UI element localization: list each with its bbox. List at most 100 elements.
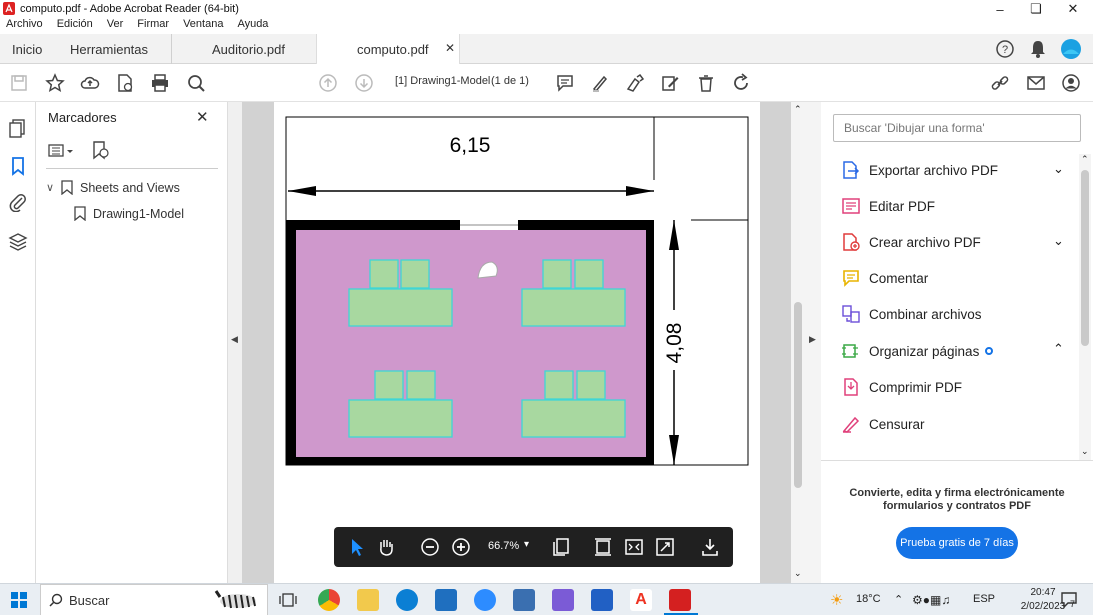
create-pdf-icon[interactable] bbox=[114, 72, 136, 94]
share-link-icon[interactable] bbox=[989, 72, 1011, 94]
menu-ver[interactable]: Ver bbox=[107, 18, 124, 34]
tool-create-pdf[interactable]: Crear archivo PDF ⌄ bbox=[841, 231, 1064, 253]
zoom-app-icon[interactable] bbox=[474, 589, 496, 611]
scroll-down-arrow-icon[interactable]: ⌄ bbox=[794, 568, 802, 579]
minimize-button[interactable]: – bbox=[982, 0, 1018, 18]
expand-chevron-icon[interactable]: ∨ bbox=[46, 181, 54, 194]
tool-combine-files[interactable]: Combinar archivos bbox=[841, 303, 982, 325]
document-scrollbar[interactable]: ⌃ ⌄ bbox=[791, 102, 805, 583]
help-icon[interactable]: ? bbox=[996, 40, 1014, 58]
next-page-icon[interactable] bbox=[353, 72, 375, 94]
tab-tools[interactable]: Herramientas bbox=[70, 34, 148, 64]
language-indicator[interactable]: ESP bbox=[973, 593, 995, 605]
share-user-icon[interactable] bbox=[1060, 72, 1082, 94]
email-icon[interactable] bbox=[1025, 72, 1047, 94]
tray-expand-icon[interactable]: ⌃ bbox=[894, 593, 903, 606]
chrome-icon[interactable] bbox=[318, 589, 340, 611]
zoom-in-icon[interactable] bbox=[451, 537, 471, 557]
tool-export-pdf[interactable]: Exportar archivo PDF ⌄ bbox=[841, 159, 1064, 181]
account-avatar-icon[interactable] bbox=[1061, 39, 1081, 59]
app-icon[interactable] bbox=[552, 589, 574, 611]
revit-icon[interactable] bbox=[591, 589, 613, 611]
save-icon[interactable] bbox=[8, 72, 30, 94]
menu-firmar[interactable]: Firmar bbox=[137, 18, 169, 34]
menu-archivo[interactable]: Archivo bbox=[6, 18, 43, 34]
tab-computo[interactable]: computo.pdf ✕ bbox=[316, 34, 460, 65]
menu-ayuda[interactable]: Ayuda bbox=[237, 18, 268, 34]
weather-icon[interactable]: ☀ bbox=[830, 591, 843, 609]
hand-tool-icon[interactable] bbox=[376, 537, 396, 557]
mail-icon[interactable] bbox=[513, 589, 535, 611]
select-cursor-icon[interactable] bbox=[346, 537, 366, 557]
edge-icon[interactable] bbox=[396, 589, 418, 611]
tools-search-input[interactable]: Buscar 'Dibujar una forma' bbox=[833, 114, 1081, 142]
rotate-icon[interactable] bbox=[730, 72, 752, 94]
scrollbar-thumb[interactable] bbox=[794, 302, 802, 488]
bookmark-sheets-and-views[interactable]: Sheets and Views bbox=[80, 181, 180, 195]
previous-page-icon[interactable] bbox=[317, 72, 339, 94]
windows-start-icon[interactable] bbox=[11, 592, 27, 608]
sign-icon[interactable] bbox=[624, 72, 646, 94]
attachments-icon[interactable] bbox=[8, 192, 28, 212]
page-view-icon[interactable] bbox=[551, 537, 571, 557]
zoom-dropdown-icon[interactable]: ▾ bbox=[524, 539, 529, 550]
store-icon[interactable] bbox=[435, 589, 457, 611]
free-trial-button[interactable]: Prueba gratis de 7 días bbox=[896, 527, 1018, 559]
page-thumbnails-icon[interactable] bbox=[8, 118, 28, 138]
collapse-left-panel-handle[interactable]: ◀ bbox=[228, 102, 242, 583]
full-screen-icon[interactable] bbox=[655, 537, 675, 557]
collapse-right-panel-handle[interactable]: ▶ bbox=[805, 102, 821, 583]
new-bookmark-icon[interactable] bbox=[90, 140, 110, 160]
fit-page-icon[interactable] bbox=[593, 537, 613, 557]
file-explorer-icon[interactable] bbox=[357, 589, 379, 611]
svg-text:?: ? bbox=[1002, 44, 1008, 56]
highlight-pen-icon[interactable] bbox=[589, 72, 611, 94]
scroll-up-arrow-icon[interactable]: ⌃ bbox=[794, 104, 802, 115]
download-share-icon[interactable] bbox=[700, 537, 720, 557]
task-view-icon[interactable] bbox=[279, 592, 297, 608]
maximize-button[interactable]: ❏ bbox=[1018, 0, 1054, 18]
tool-organize-pages[interactable]: Organizar páginas ⌃ bbox=[841, 340, 1064, 362]
bookmarks-icon[interactable] bbox=[8, 156, 28, 176]
menu-ventana[interactable]: Ventana bbox=[183, 18, 223, 34]
close-panel-icon[interactable]: ✕ bbox=[196, 108, 209, 126]
print-icon[interactable] bbox=[149, 72, 171, 94]
temperature-label[interactable]: 18°C bbox=[856, 593, 881, 605]
tools-scroll-down-icon[interactable]: ⌄ bbox=[1081, 446, 1089, 457]
acrobat-reader-taskbar-icon[interactable] bbox=[669, 589, 691, 611]
zoom-level-value[interactable]: 66.7% bbox=[488, 540, 519, 552]
page-label[interactable]: [1] Drawing1-Model bbox=[395, 75, 490, 87]
bookmark-drawing1-model[interactable]: Drawing1-Model bbox=[93, 207, 184, 221]
notifications-bell-icon[interactable] bbox=[1030, 40, 1046, 58]
close-window-button[interactable]: ✕ bbox=[1055, 0, 1091, 18]
tool-comment[interactable]: Comentar bbox=[841, 267, 928, 289]
star-icon[interactable] bbox=[44, 72, 66, 94]
taskbar-search-box[interactable]: Buscar bbox=[40, 584, 268, 615]
chevron-down-icon[interactable]: ⌄ bbox=[1053, 161, 1064, 177]
bookmark-options-icon[interactable] bbox=[48, 142, 76, 160]
zoom-out-icon[interactable] bbox=[420, 537, 440, 557]
zoom-search-icon[interactable] bbox=[185, 72, 207, 94]
tool-redact[interactable]: Censurar bbox=[841, 413, 925, 435]
chevron-up-icon[interactable]: ⌃ bbox=[1053, 341, 1064, 357]
close-tab-icon[interactable]: ✕ bbox=[445, 41, 455, 55]
tab-home[interactable]: Inicio bbox=[12, 34, 42, 64]
comment-icon[interactable] bbox=[554, 72, 576, 94]
acrobat-taskbar-icon[interactable]: A bbox=[630, 589, 652, 611]
tools-scrollbar-thumb[interactable] bbox=[1081, 170, 1089, 346]
action-center-icon[interactable] bbox=[1060, 591, 1078, 609]
tools-scroll-up-icon[interactable]: ⌃ bbox=[1081, 154, 1089, 165]
chevron-down-icon[interactable]: ⌄ bbox=[1053, 233, 1064, 249]
tool-compress-pdf[interactable]: Comprimir PDF bbox=[841, 376, 962, 398]
tab-auditorio[interactable]: Auditorio.pdf bbox=[212, 34, 285, 64]
tray-app-icons[interactable]: ⚙●▦♫ bbox=[912, 593, 950, 607]
tools-scrollbar[interactable]: ⌃ ⌄ bbox=[1079, 154, 1091, 460]
fit-width-icon[interactable] bbox=[624, 537, 644, 557]
document-viewport[interactable]: 6,15 4,08 bbox=[242, 102, 791, 583]
layers-icon[interactable] bbox=[8, 232, 28, 252]
tool-edit-pdf[interactable]: Editar PDF bbox=[841, 195, 935, 217]
fill-sign-icon[interactable] bbox=[659, 72, 681, 94]
delete-icon[interactable] bbox=[695, 72, 717, 94]
upload-cloud-icon[interactable] bbox=[79, 72, 101, 94]
menu-edicion[interactable]: Edición bbox=[57, 18, 93, 34]
